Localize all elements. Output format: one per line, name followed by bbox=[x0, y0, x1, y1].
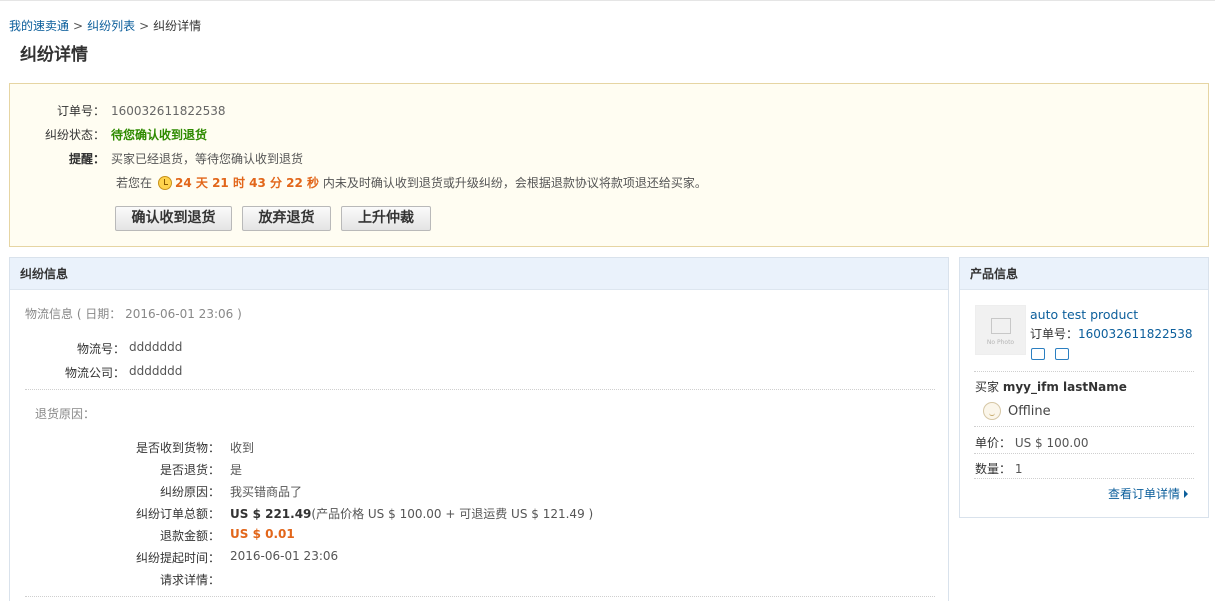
section-divider bbox=[974, 426, 1194, 427]
return-reason-header: 退货原因： bbox=[35, 407, 96, 421]
order-number: 160032611822538 bbox=[111, 104, 226, 118]
order-total-value: US $ 221.49(产品价格 US $ 100.00 + 可退运费 US $… bbox=[230, 505, 593, 522]
breadcrumb-current: 纠纷详情 bbox=[153, 19, 202, 33]
dispute-state-row: 纠纷状态： 待您确认收到退货 bbox=[10, 125, 207, 145]
confirm-return-button[interactable]: 确认收到退货 bbox=[115, 206, 232, 231]
dispute-state: 待您确认收到退货 bbox=[111, 128, 208, 142]
order-total-amount: US $ 221.49 bbox=[230, 507, 312, 521]
dispute-reason-label: 纠纷原因： bbox=[159, 485, 220, 499]
quantity-value: 1 bbox=[1014, 462, 1023, 476]
section-divider bbox=[25, 389, 935, 390]
unit-price-label: 单价： bbox=[975, 436, 1012, 450]
countdown-timer: 24 天 21 时 43 分 22 秒 bbox=[175, 176, 320, 190]
deadline-row: 若您在 24 天 21 时 43 分 22 秒 内未及时确认收到退货或升级纠纷，会… bbox=[116, 173, 707, 193]
order-card-icon[interactable] bbox=[1055, 348, 1069, 360]
view-order-details-text: 查看订单详情 bbox=[1108, 487, 1181, 501]
buyer-name: myy_ifm lastName bbox=[1002, 380, 1127, 394]
buyer-label: 买家 bbox=[975, 380, 1000, 394]
shipping-truck-icon[interactable] bbox=[1031, 348, 1045, 360]
dispute-info-panel: 纠纷信息 物流信息 ( 日期： 2016-06-01 23:06 ) 物流号： … bbox=[9, 257, 949, 601]
received-goods-value: 收到 bbox=[230, 441, 255, 455]
tracking-label: 物流号： bbox=[76, 342, 125, 356]
order-total-label: 纠纷订单总额： bbox=[135, 507, 220, 521]
no-photo-caption: No Photo bbox=[986, 339, 1015, 346]
refund-amount-value: US $ 0.01 bbox=[230, 527, 295, 541]
returned-label: 是否退货： bbox=[159, 463, 220, 477]
status-box: 订单号： 160032611822538 纠纷状态： 待您确认收到退货 提醒： 买家已… bbox=[9, 83, 1209, 247]
dispute-info-title: 纠纷信息 bbox=[10, 258, 948, 290]
unit-price-value: US $ 100.00 bbox=[1014, 436, 1089, 450]
escalate-arbitration-button[interactable]: 上升仲裁 bbox=[341, 206, 431, 231]
quantity-label: 数量： bbox=[975, 462, 1012, 476]
image-placeholder-icon bbox=[991, 318, 1011, 334]
page-title: 纠纷详情 bbox=[20, 45, 88, 65]
breadcrumb-home-link[interactable]: 我的速卖通 bbox=[9, 19, 69, 33]
dispute-time-value: 2016-06-01 23:06 bbox=[230, 549, 339, 563]
reminder-label: 提醒： bbox=[68, 152, 105, 166]
buyer-avatar-icon bbox=[983, 402, 1001, 420]
breadcrumb-list-link[interactable]: 纠纷列表 bbox=[87, 19, 135, 33]
request-details-label: 请求详情： bbox=[159, 573, 220, 587]
logistics-header: 物流信息 ( 日期： 2016-06-01 23:06 ) bbox=[25, 307, 242, 321]
carrier-label: 物流公司： bbox=[64, 366, 125, 380]
product-thumbnail[interactable]: No Photo bbox=[975, 305, 1026, 355]
product-order-row: 订单号：160032611822538 bbox=[1030, 325, 1193, 342]
quantity-row: 数量： 1 bbox=[975, 460, 1022, 477]
order-number-row: 订单号： 160032611822538 bbox=[10, 101, 226, 121]
carrier-value: ddddddd bbox=[129, 364, 183, 378]
product-order-label: 订单号： bbox=[1030, 327, 1079, 341]
product-name-link[interactable]: auto test product bbox=[1030, 307, 1138, 322]
dispute-state-label: 纠纷状态： bbox=[44, 128, 105, 142]
buyer-online-status: Offline bbox=[1008, 404, 1051, 419]
reminder-text: 买家已经退货，等待您确认收到退货 bbox=[111, 152, 304, 166]
received-goods-label: 是否收到货物： bbox=[135, 441, 220, 455]
deadline-suffix: 内未及时确认收到退货或升级纠纷，会根据退款协议将款项退还给买家。 bbox=[322, 176, 707, 190]
breadcrumb: 我的速卖通 > 纠纷列表 > 纠纷详情 bbox=[9, 17, 201, 34]
dispute-time-label: 纠纷提起时间： bbox=[135, 551, 220, 565]
view-order-details-link[interactable]: 查看订单详情 bbox=[1108, 485, 1189, 502]
deadline-prefix: 若您在 bbox=[116, 176, 153, 190]
reminder-row: 提醒： 买家已经退货，等待您确认收到退货 bbox=[10, 149, 303, 169]
top-divider bbox=[0, 0, 1215, 1]
product-info-title: 产品信息 bbox=[960, 258, 1208, 290]
section-divider bbox=[974, 478, 1194, 479]
product-info-panel: 产品信息 No Photo auto test product 订单号：1600… bbox=[959, 257, 1209, 518]
tracking-value: ddddddd bbox=[129, 340, 183, 354]
buyer-row: 买家 myy_ifm lastName bbox=[975, 378, 1127, 395]
breadcrumb-separator: > bbox=[139, 19, 150, 33]
abandon-return-button[interactable]: 放弃退货 bbox=[242, 206, 331, 231]
order-number-label: 订单号： bbox=[56, 104, 105, 118]
caret-right-icon bbox=[1184, 490, 1189, 498]
section-divider bbox=[974, 371, 1194, 372]
section-divider bbox=[25, 596, 935, 597]
refund-amount-label: 退款金额： bbox=[159, 529, 220, 543]
section-divider bbox=[974, 453, 1194, 454]
order-total-breakdown: (产品价格 US $ 100.00 + 可退运费 US $ 121.49 ) bbox=[311, 507, 594, 521]
dispute-reason-value: 我买错商品了 bbox=[230, 485, 303, 499]
clock-icon bbox=[158, 176, 173, 190]
returned-value: 是 bbox=[230, 463, 243, 477]
product-order-link[interactable]: 160032611822538 bbox=[1078, 327, 1193, 341]
breadcrumb-separator: > bbox=[73, 19, 84, 33]
unit-price-row: 单价： US $ 100.00 bbox=[975, 434, 1089, 451]
